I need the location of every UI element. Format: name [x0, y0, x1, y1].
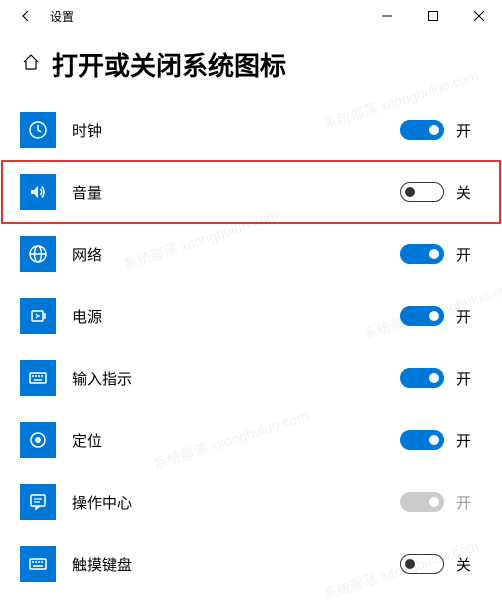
- setting-row-volume: 音量 关: [2, 161, 500, 223]
- power-icon: [20, 298, 56, 334]
- titlebar: 设置: [0, 0, 502, 32]
- minimize-button[interactable]: [364, 0, 410, 32]
- settings-list: 时钟开音量关网络开电源开输入指示开定位开操作中心开触摸键盘关: [0, 99, 502, 595]
- setting-row-clock: 时钟 开: [20, 99, 482, 161]
- volume-icon: [20, 174, 56, 210]
- maximize-button[interactable]: [410, 0, 456, 32]
- network-icon: [20, 236, 56, 272]
- toggle-state-label: 开: [456, 244, 482, 265]
- setting-row-power: 电源 开: [20, 285, 482, 347]
- toggle-state-label: 开: [456, 368, 482, 389]
- toggle-state-label: 关: [456, 182, 482, 203]
- close-icon: [474, 11, 484, 21]
- page-header: 打开或关闭系统图标: [0, 32, 502, 99]
- toggle-state-label: 开: [456, 120, 482, 141]
- toggle-state-label: 开: [456, 492, 482, 513]
- setting-label: 操作中心: [72, 492, 132, 513]
- clock-icon: [20, 112, 56, 148]
- setting-label: 定位: [72, 430, 102, 451]
- page-title: 打开或关闭系统图标: [52, 46, 286, 83]
- toggle-volume[interactable]: [400, 182, 444, 202]
- minimize-icon: [382, 11, 392, 21]
- back-button[interactable]: [10, 0, 42, 32]
- window-title: 设置: [50, 8, 74, 25]
- input-icon: [20, 360, 56, 396]
- toggle-clock[interactable]: [400, 120, 444, 140]
- arrow-left-icon: [19, 9, 33, 23]
- window-controls: [364, 0, 502, 32]
- setting-row-actioncenter: 操作中心 开: [20, 471, 482, 533]
- setting-label: 时钟: [72, 120, 102, 141]
- toggle-location[interactable]: [400, 430, 444, 450]
- setting-label: 音量: [72, 182, 102, 203]
- setting-row-touchkb: 触摸键盘 关: [20, 533, 482, 595]
- toggle-input[interactable]: [400, 368, 444, 388]
- setting-label: 网络: [72, 244, 102, 265]
- toggle-power[interactable]: [400, 306, 444, 326]
- setting-row-input: 输入指示 开: [20, 347, 482, 409]
- home-icon[interactable]: [22, 53, 40, 76]
- toggle-network[interactable]: [400, 244, 444, 264]
- toggle-state-label: 开: [456, 430, 482, 451]
- toggle-state-label: 开: [456, 306, 482, 327]
- actioncenter-icon: [20, 484, 56, 520]
- maximize-icon: [428, 11, 438, 21]
- setting-label: 输入指示: [72, 368, 132, 389]
- location-icon: [20, 422, 56, 458]
- setting-label: 电源: [72, 306, 102, 327]
- setting-label: 触摸键盘: [72, 554, 132, 575]
- close-button[interactable]: [456, 0, 502, 32]
- toggle-touchkb[interactable]: [400, 554, 444, 574]
- touchkb-icon: [20, 546, 56, 582]
- toggle-state-label: 关: [456, 554, 482, 575]
- setting-row-location: 定位 开: [20, 409, 482, 471]
- setting-row-network: 网络 开: [20, 223, 482, 285]
- toggle-actioncenter: [400, 492, 444, 512]
